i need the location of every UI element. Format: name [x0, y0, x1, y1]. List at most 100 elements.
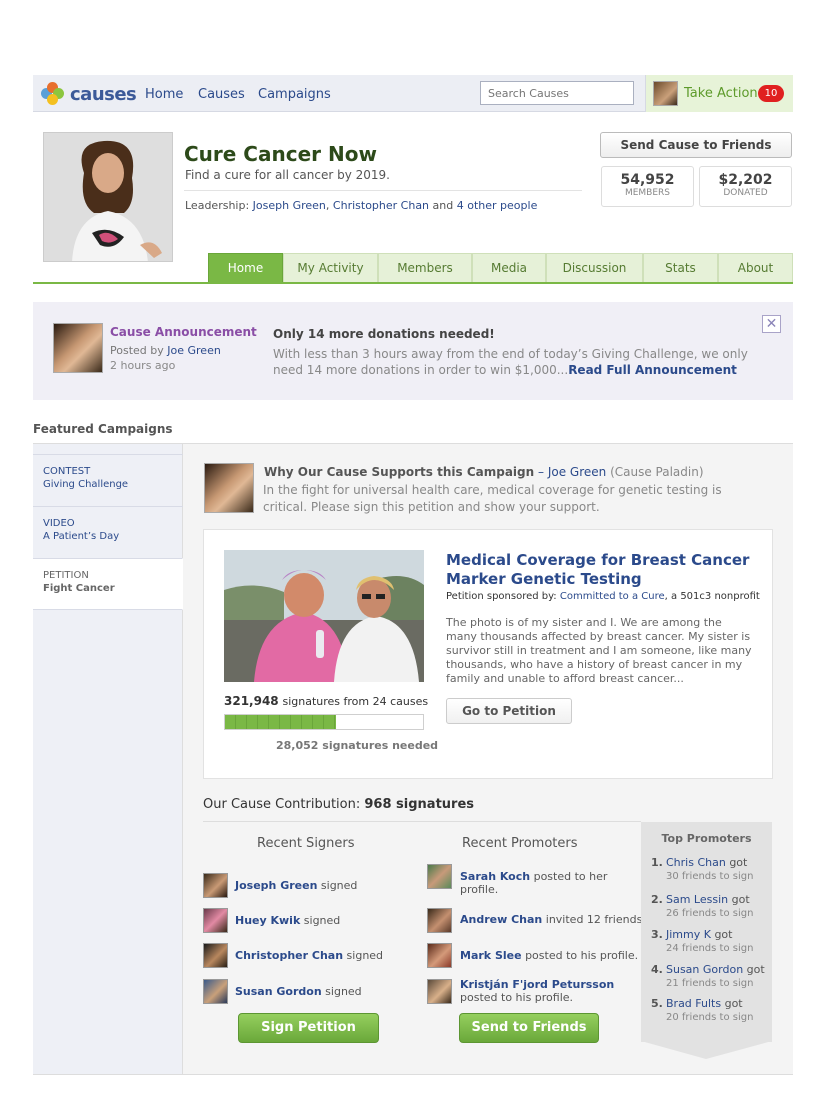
nav-campaigns-link[interactable]: Campaigns	[258, 87, 331, 102]
causes-logo[interactable]: causes	[41, 81, 137, 107]
campaign-panel: Why Our Cause Supports this Campaign – J…	[183, 444, 793, 1074]
send-to-friends-button[interactable]: Send to Friends	[459, 1013, 599, 1043]
announcement-body: With less than 3 hours away from the end…	[273, 346, 753, 378]
avatar[interactable]	[427, 943, 452, 968]
cause-title: Cure Cancer Now	[184, 142, 377, 166]
members-stat[interactable]: 54,952 MEMBERS	[601, 166, 694, 207]
signer-name-link[interactable]: Susan Gordon	[235, 985, 322, 998]
sidebar-item-label: Fight Cancer	[43, 583, 115, 594]
list-item: Huey Kwik signed	[235, 914, 340, 927]
sponsor-link[interactable]: Committed to a Cure	[560, 591, 665, 602]
petition-photo[interactable]	[224, 550, 424, 682]
tab-home[interactable]: Home	[208, 253, 283, 283]
signer-name-link[interactable]: Huey Kwik	[235, 914, 300, 927]
avatar[interactable]	[203, 943, 228, 968]
sidebar-item-contest[interactable]: CONTEST Giving Challenge	[33, 454, 183, 506]
promoter-name-link[interactable]: Chris Chan	[666, 856, 726, 869]
announcement-headline: Only 14 more donations needed!	[273, 327, 495, 341]
featured-campaigns-heading: Featured Campaigns	[33, 422, 173, 436]
why-support-body: In the fight for universal health care, …	[263, 483, 722, 514]
promoter-name-link[interactable]: Brad Fults	[666, 997, 721, 1010]
announcement-time: 2 hours ago	[110, 359, 176, 372]
take-action-button[interactable]: Take Action 10	[645, 75, 793, 112]
tab-discussion[interactable]: Discussion	[546, 253, 643, 283]
signer-name-link[interactable]: Joseph Green	[235, 879, 317, 892]
petition-title[interactable]: Medical Coverage for Breast Cancer Marke…	[446, 551, 756, 589]
sidebar-item-label: Giving Challenge	[43, 479, 129, 490]
list-item: Mark Slee posted to his profile.	[460, 949, 650, 962]
sidebar-item-video[interactable]: VIDEO A Patient’s Day	[33, 506, 183, 558]
tab-about[interactable]: About	[718, 253, 793, 283]
tab-underline	[33, 282, 793, 284]
promoter-action: posted to his profile.	[460, 991, 574, 1004]
promoter-name-link[interactable]: Sam Lessin	[666, 893, 728, 906]
rank-number: 1.	[651, 856, 663, 869]
avatar[interactable]	[203, 908, 228, 933]
promoter-name-link[interactable]: Mark Slee	[460, 949, 522, 962]
avatar[interactable]	[203, 979, 228, 1004]
donated-label: DONATED	[723, 188, 768, 198]
sidebar-item-petition[interactable]: PETITION Fight Cancer	[33, 558, 183, 610]
signature-count: 321,948	[224, 694, 279, 708]
list-item: Andrew Chan invited 12 friends.	[460, 913, 650, 926]
promoter-count: 30 friends to sign	[666, 871, 754, 882]
promoter-verb: got	[731, 893, 750, 906]
rank-number: 5.	[651, 997, 663, 1010]
tab-media[interactable]: Media	[472, 253, 546, 283]
promoter-name-link[interactable]: Kristján F'jord Petursson	[460, 978, 635, 991]
avatar[interactable]	[203, 873, 228, 898]
why-author-role: (Cause Paladin)	[610, 465, 704, 479]
announcement-posted-by: Posted by Joe Green	[110, 344, 221, 357]
announcer-avatar[interactable]	[53, 323, 103, 373]
sign-petition-button[interactable]: Sign Petition	[238, 1013, 379, 1043]
promoter-name-link[interactable]: Sarah Koch	[460, 870, 530, 883]
list-item: 5. Brad Fults got 20 friends to sign	[651, 997, 771, 1025]
petition-card: 321,948 signatures from 24 causes 28,052…	[203, 529, 773, 779]
promoter-name-link[interactable]: Susan Gordon	[666, 963, 743, 976]
announcement-title[interactable]: Cause Announcement	[110, 325, 257, 339]
posted-by-label: Posted by	[110, 344, 164, 357]
logo-icon	[41, 82, 65, 106]
signer-name-link[interactable]: Christopher Chan	[235, 949, 343, 962]
tab-my-activity[interactable]: My Activity	[283, 253, 378, 283]
rank-number: 2.	[651, 893, 663, 906]
signature-count-suffix: signatures from 24 causes	[282, 695, 429, 708]
sidebar-item-kind: VIDEO	[43, 518, 75, 529]
tab-members[interactable]: Members	[378, 253, 472, 283]
nav-causes-link[interactable]: Causes	[198, 87, 245, 102]
nav-home-link[interactable]: Home	[145, 87, 183, 102]
leader-link-joseph-green[interactable]: Joseph Green	[253, 199, 326, 212]
leader-link-christopher-chan[interactable]: Christopher Chan	[333, 199, 429, 212]
divider	[184, 190, 582, 191]
promoter-name-link[interactable]: Jimmy K	[666, 928, 711, 941]
read-full-announcement-link[interactable]: Read Full Announcement	[568, 363, 737, 377]
donated-stat[interactable]: $2,202 DONATED	[699, 166, 792, 207]
promoter-count: 26 friends to sign	[666, 908, 754, 919]
avatar[interactable]	[427, 979, 452, 1004]
top-promoters-pointer	[641, 1041, 772, 1059]
send-cause-button[interactable]: Send Cause to Friends	[600, 132, 792, 158]
other-leaders-link[interactable]: 4 other people	[457, 199, 538, 212]
avatar[interactable]	[427, 864, 452, 889]
go-to-petition-button[interactable]: Go to Petition	[446, 698, 572, 724]
notification-count-badge: 10	[758, 85, 784, 102]
promoter-name-link[interactable]: Andrew Chan	[460, 913, 542, 926]
list-item: Joseph Green signed	[235, 879, 357, 892]
close-icon[interactable]: ✕	[762, 315, 781, 333]
recent-signers-heading: Recent Signers	[257, 836, 355, 851]
list-item: Christopher Chan signed	[235, 949, 383, 962]
leadership-line: Leadership: Joseph Green, Christopher Ch…	[185, 199, 538, 212]
search-input[interactable]	[480, 81, 634, 105]
tab-stats[interactable]: Stats	[643, 253, 718, 283]
rank-number: 4.	[651, 963, 663, 976]
author-avatar[interactable]	[204, 463, 254, 513]
posted-by-link[interactable]: Joe Green	[167, 344, 221, 357]
petition-sponsor-line: Petition sponsored by: Committed to a Cu…	[446, 591, 760, 602]
divider	[203, 821, 641, 822]
promoter-verb: got	[724, 997, 743, 1010]
avatar[interactable]	[427, 908, 452, 933]
cause-contribution: Our Cause Contribution: 968 signatures	[203, 797, 474, 812]
top-promoters-panel: Top Promoters 1. Chris Chan got 30 frien…	[641, 822, 772, 1042]
why-author-link[interactable]: Joe Green	[548, 465, 606, 479]
recent-promoters-heading: Recent Promoters	[462, 836, 578, 851]
